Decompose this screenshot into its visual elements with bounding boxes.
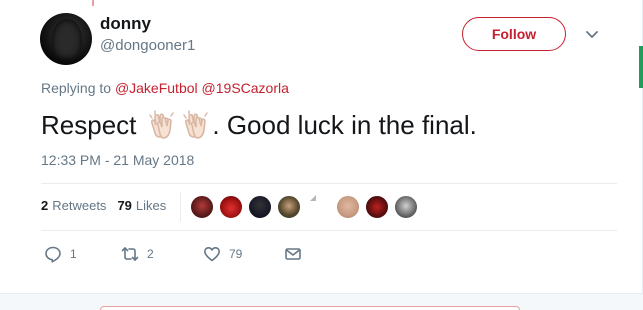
reply-icon (45, 246, 61, 263)
retweet-icon (121, 247, 139, 261)
retweets-label: Retweets (52, 198, 107, 213)
tweet-timestamp[interactable]: 12:33 PM - 21 May 2018 (41, 152, 194, 168)
liker-avatar[interactable] (364, 194, 390, 220)
reply-action[interactable]: 1 (44, 243, 77, 265)
liker-avatar[interactable] (218, 194, 244, 220)
retweet-count: 2 (147, 247, 154, 261)
tweet-text: Respect . Good luck in the final. (41, 109, 477, 141)
author-avatar[interactable] (40, 13, 92, 65)
divider (41, 183, 617, 184)
replying-to: Replying to @JakeFutbol @19SCazorla (41, 80, 289, 96)
clapping-hands-icon (149, 110, 175, 139)
clapping-hands-icon (183, 110, 209, 139)
message-icon (285, 248, 301, 260)
stats-separator (180, 192, 181, 222)
like-action[interactable]: 79 (203, 243, 242, 265)
tweet-stats: 2 Retweets 79 Likes (41, 198, 166, 213)
liker-avatar[interactable] (247, 194, 273, 220)
author-name[interactable]: donny (100, 14, 151, 34)
replying-prefix: Replying to (41, 80, 112, 96)
retweets-stat[interactable]: 2 Retweets (41, 198, 106, 213)
likes-stat[interactable]: 79 Likes (117, 198, 166, 213)
liker-avatar[interactable] (276, 194, 302, 220)
retweets-count: 2 (41, 198, 49, 213)
like-count: 79 (229, 247, 243, 261)
divider (41, 230, 617, 231)
likes-label: Likes (135, 198, 167, 213)
liker-avatar[interactable] (189, 194, 215, 220)
reply-count: 1 (70, 247, 77, 261)
right-accent-mark (639, 46, 643, 88)
heart-icon (204, 247, 220, 262)
broken-image-icon (310, 195, 316, 201)
tweet-text-before: Respect (41, 109, 137, 140)
top-accent-mark (92, 0, 94, 6)
reply-input[interactable] (100, 306, 520, 310)
direct-message-action[interactable] (284, 243, 310, 265)
mention-link[interactable]: @JakeFutbol (115, 80, 198, 96)
mention-link[interactable]: @19SCazorla (202, 80, 289, 96)
liker-avatar[interactable] (335, 194, 361, 220)
caret-down-icon[interactable] (585, 27, 599, 41)
follow-button[interactable]: Follow (462, 17, 566, 51)
author-handle[interactable]: @dongooner1 (100, 37, 195, 54)
liker-avatar[interactable] (393, 194, 419, 220)
avatar-figure (52, 19, 82, 59)
likes-count: 79 (117, 198, 132, 213)
retweet-action[interactable]: 2 (121, 243, 154, 265)
tweet-text-after: . Good luck in the final. (212, 109, 477, 140)
